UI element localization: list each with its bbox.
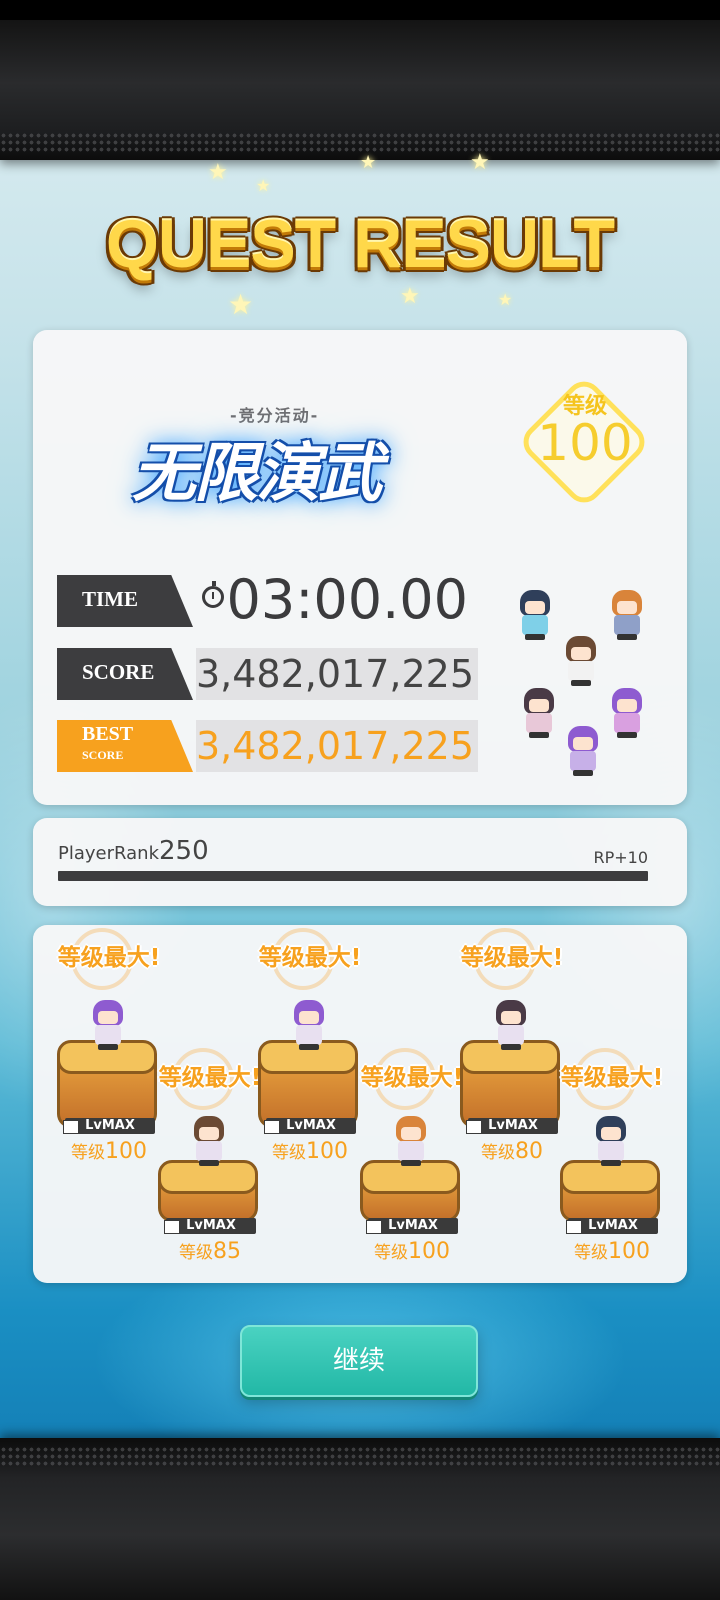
score-label-text: SCORE	[82, 660, 155, 684]
top-frame	[0, 20, 720, 160]
star-icon: ★	[360, 152, 377, 173]
unit-level: 等级100	[55, 1138, 163, 1164]
star-icon: ★	[228, 288, 254, 321]
pedestal-icon	[560, 1160, 660, 1224]
unit-level-value: 85	[213, 1239, 241, 1264]
unit-sprite	[588, 1116, 634, 1166]
unit-level-value: 100	[105, 1139, 147, 1164]
lvmax-tag: LvMAX	[566, 1218, 658, 1234]
level-max-label: 等级最大!	[460, 945, 564, 971]
unit-level-value: 100	[608, 1239, 650, 1264]
unit-level-label: 等级	[574, 1243, 608, 1263]
page-title: QUEST RESULT	[105, 206, 615, 282]
unit-sprite	[85, 1000, 131, 1050]
unit-level-label: 等级	[71, 1143, 105, 1163]
rp-gain: RP+10	[593, 848, 648, 867]
unit-level-value: 100	[306, 1139, 348, 1164]
unit-level-label: 等级	[272, 1143, 306, 1163]
unit-level: 等级100	[558, 1238, 666, 1264]
level-max-label: 等级最大!	[560, 1065, 664, 1091]
unit-level-label: 等级	[179, 1243, 213, 1263]
player-rank-value: 250	[159, 836, 209, 866]
unit-level-value: 80	[515, 1139, 543, 1164]
pedestal-icon	[360, 1160, 460, 1224]
score-value: 3,482,017,225	[196, 648, 478, 700]
unit-level: 等级100	[256, 1138, 364, 1164]
unit-level: 等级85	[156, 1238, 264, 1264]
star-icon: ★	[400, 284, 420, 309]
player-rank: PlayerRank250	[58, 836, 209, 866]
level-max-label: 等级最大!	[258, 945, 362, 971]
best-score-value: 3,482,017,225	[196, 720, 478, 772]
party-member-sprite	[560, 726, 606, 776]
level-max-label: 等级最大!	[57, 945, 161, 971]
unit-sprite	[388, 1116, 434, 1166]
lvmax-tag: LvMAX	[366, 1218, 458, 1234]
best-label-text: BEST	[82, 723, 134, 745]
party-member-sprite	[558, 636, 604, 686]
lvmax-tag: LvMAX	[264, 1118, 356, 1134]
star-icon: ★	[498, 290, 513, 309]
score-label: SCORE	[57, 648, 193, 700]
party-member-sprite	[516, 688, 562, 738]
party-member-sprite	[604, 590, 650, 640]
rank-badge: 等级 100	[516, 374, 652, 510]
lvmax-tag: LvMAX	[63, 1118, 155, 1134]
lvmax-tag: LvMAX	[164, 1218, 256, 1234]
unit-sprite	[488, 1000, 534, 1050]
status-bar	[0, 0, 720, 20]
unit-level-label: 等级	[374, 1243, 408, 1263]
best-sub-text: SCORE	[82, 748, 124, 762]
player-rank-label: PlayerRank	[58, 843, 159, 864]
star-icon: ★	[208, 160, 228, 185]
unit-level: 等级100	[358, 1238, 466, 1264]
unit-sprite	[286, 1000, 332, 1050]
event-logo: 无限演武	[132, 437, 382, 511]
rank-progress-bar	[58, 871, 648, 881]
star-icon: ★	[470, 150, 490, 175]
unit-level-value: 100	[408, 1239, 450, 1264]
time-label-text: TIME	[82, 587, 139, 611]
party-member-sprite	[604, 688, 650, 738]
time-value: 03:00.00	[226, 568, 469, 631]
unit-sprite	[186, 1116, 232, 1166]
bottom-frame	[0, 1438, 720, 1600]
pedestal-icon	[158, 1160, 258, 1224]
rank-badge-value: 100	[537, 414, 633, 472]
time-label: TIME	[57, 575, 193, 627]
unit-level-label: 等级	[481, 1143, 515, 1163]
unit-level: 等级80	[458, 1138, 566, 1164]
star-icon: ★	[256, 176, 271, 195]
best-score-label: BEST SCORE	[57, 720, 193, 772]
party-member-sprite	[512, 590, 558, 640]
lvmax-tag: LvMAX	[466, 1118, 558, 1134]
continue-button[interactable]: 继续	[240, 1325, 478, 1397]
